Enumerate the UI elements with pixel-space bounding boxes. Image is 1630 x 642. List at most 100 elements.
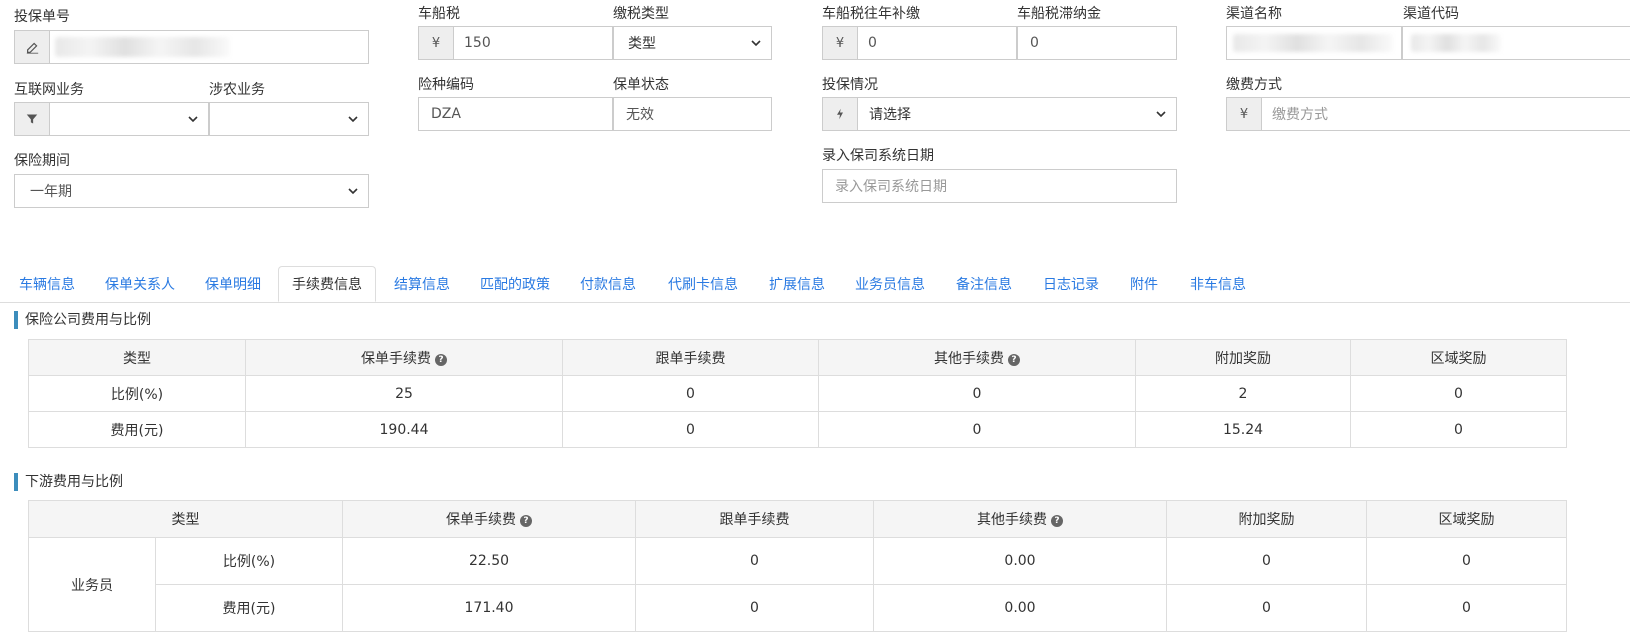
tax-back-value: 0 [868,35,877,51]
tab-remark-info[interactable]: 备注信息 [945,266,1023,302]
pay-method-placeholder: 缴费方式 [1272,107,1328,123]
entry-date-placeholder: 录入保司系统日期 [835,179,947,195]
table-row: 费用(元) 171.40 0 0.00 0 0 [29,584,1567,632]
entry-date-label: 录入保司系统日期 [822,148,934,164]
section-title-downstream-fees: 下游费用与比例 [14,473,123,491]
insurer-fee-table: 类型 保单手续费? 跟单手续费 其他手续费? 附加奖励 区域奖励 比例(%) 2… [28,339,1567,448]
tab-non-vehicle-info[interactable]: 非车信息 [1178,266,1258,302]
tab-log[interactable]: 日志记录 [1032,266,1110,302]
chevron-down-icon [347,103,359,135]
table-cell: 2 [1135,375,1351,412]
column-header: 类型 [28,500,343,538]
insure-status-value: 请选择 [869,107,911,123]
tax-late-label: 车船税滞纳金 [1017,6,1101,22]
insure-status-select[interactable]: 请选择 [822,97,1177,131]
chevron-down-icon [1155,98,1167,130]
yen-icon: ¥ [823,27,858,59]
table-cell: 190.44 [245,411,563,448]
risk-code-label: 险种编码 [418,77,474,93]
internet-business-select[interactable] [14,102,209,136]
tab-policy-detail[interactable]: 保单明细 [194,266,272,302]
tax-late-value: 0 [1030,35,1039,51]
agri-business-label: 涉农业务 [209,82,265,98]
redacted-value [1233,34,1393,52]
risk-code-value: DZA [431,106,461,122]
table-cell: 0.00 [873,584,1167,632]
table-cell: 0 [635,584,874,632]
column-header: 跟单手续费 [562,339,819,376]
yen-icon: ¥ [1227,98,1262,130]
tab-vehicle-info[interactable]: 车辆信息 [8,266,86,302]
redacted-value [55,37,230,57]
table-cell: 0 [562,375,819,412]
table-cell: 25 [245,375,563,412]
question-icon[interactable]: ? [1008,353,1020,366]
tab-settlement-info[interactable]: 结算信息 [383,266,461,302]
question-icon[interactable]: ? [435,353,447,366]
column-header: 附加奖励 [1166,500,1367,538]
policy-status-value: 无效 [626,107,654,123]
redacted-value [1411,34,1501,52]
column-header: 附加奖励 [1135,339,1351,376]
table-cell: 171.40 [342,584,636,632]
column-header: 跟单手续费 [635,500,874,538]
vehicle-tax-field[interactable]: ¥ 150 [418,26,613,60]
insurance-period-select[interactable]: 一年期 [14,174,369,208]
tab-fee-info[interactable]: 手续费信息 [278,266,376,302]
tab-payment-info[interactable]: 付款信息 [569,266,647,302]
tab-bar: 车辆信息 保单关系人 保单明细 手续费信息 结算信息 匹配的政策 付款信息 代刷… [0,258,1630,303]
table-cell: 0 [635,537,874,585]
channel-code-field[interactable] [1402,26,1630,60]
pay-method-field[interactable]: ¥ 缴费方式 [1226,97,1630,131]
table-cell: 费用(元) [28,411,246,448]
table-header-row: 类型 保单手续费? 跟单手续费 其他手续费? 附加奖励 区域奖励 [28,339,1567,376]
section-title-insurer-fees: 保险公司费用与比例 [14,311,151,329]
policy-status-field[interactable]: 无效 [613,97,772,131]
tab-card-info[interactable]: 代刷卡信息 [656,266,750,302]
table-cell: 比例(%) [155,537,343,585]
table-row: 比例(%) 25 0 0 2 0 [28,375,1567,412]
tax-late-field[interactable]: 0 [1017,26,1177,60]
insurance-period-label: 保险期间 [14,153,70,169]
table-cell: 比例(%) [28,375,246,412]
risk-code-field[interactable]: DZA [418,97,613,131]
table-cell: 0 [818,411,1136,448]
tax-back-field[interactable]: ¥ 0 [822,26,1017,60]
tax-type-value: 类型 [628,36,656,52]
entry-date-field[interactable]: 录入保司系统日期 [822,169,1177,203]
table-cell: 0 [1350,411,1567,448]
tax-type-select[interactable]: 类型 [613,26,772,60]
chevron-down-icon [347,175,359,207]
question-icon[interactable]: ? [520,515,532,527]
group-cell: 业务员 [28,537,156,632]
internet-business-label: 互联网业务 [14,82,84,98]
insurance-period-value: 一年期 [30,184,72,200]
policy-no-label: 投保单号 [14,9,70,25]
agri-business-select[interactable] [209,102,369,136]
policy-no-field[interactable] [14,30,369,64]
column-header: 其他手续费? [873,500,1167,538]
vehicle-tax-value: 150 [464,35,491,51]
table-header-row: 类型 保单手续费? 跟单手续费 其他手续费? 附加奖励 区域奖励 [28,500,1567,538]
column-header: 区域奖励 [1350,339,1567,376]
tab-salesman-info[interactable]: 业务员信息 [843,266,937,302]
insure-status-label: 投保情况 [822,77,878,93]
chevron-down-icon [750,27,762,59]
table-cell: 0 [818,375,1136,412]
column-header: 类型 [28,339,246,376]
bolt-icon [823,98,858,130]
channel-name-field[interactable] [1226,26,1402,60]
policy-status-label: 保单状态 [613,77,669,93]
tax-type-label: 缴税类型 [613,6,669,22]
table-row: 业务员 比例(%) 22.50 0 0.00 0 0 [28,537,1567,632]
table-cell: 15.24 [1135,411,1351,448]
table-cell: 0 [1350,375,1567,412]
tab-policy-contacts[interactable]: 保单关系人 [94,266,186,302]
tab-attachments[interactable]: 附件 [1118,266,1170,302]
column-header: 区域奖励 [1366,500,1567,538]
tab-matched-policy[interactable]: 匹配的政策 [468,266,562,302]
pay-method-label: 缴费方式 [1226,77,1282,93]
tab-extended-info[interactable]: 扩展信息 [758,266,836,302]
channel-code-label: 渠道代码 [1403,6,1459,22]
question-icon[interactable]: ? [1051,515,1063,527]
